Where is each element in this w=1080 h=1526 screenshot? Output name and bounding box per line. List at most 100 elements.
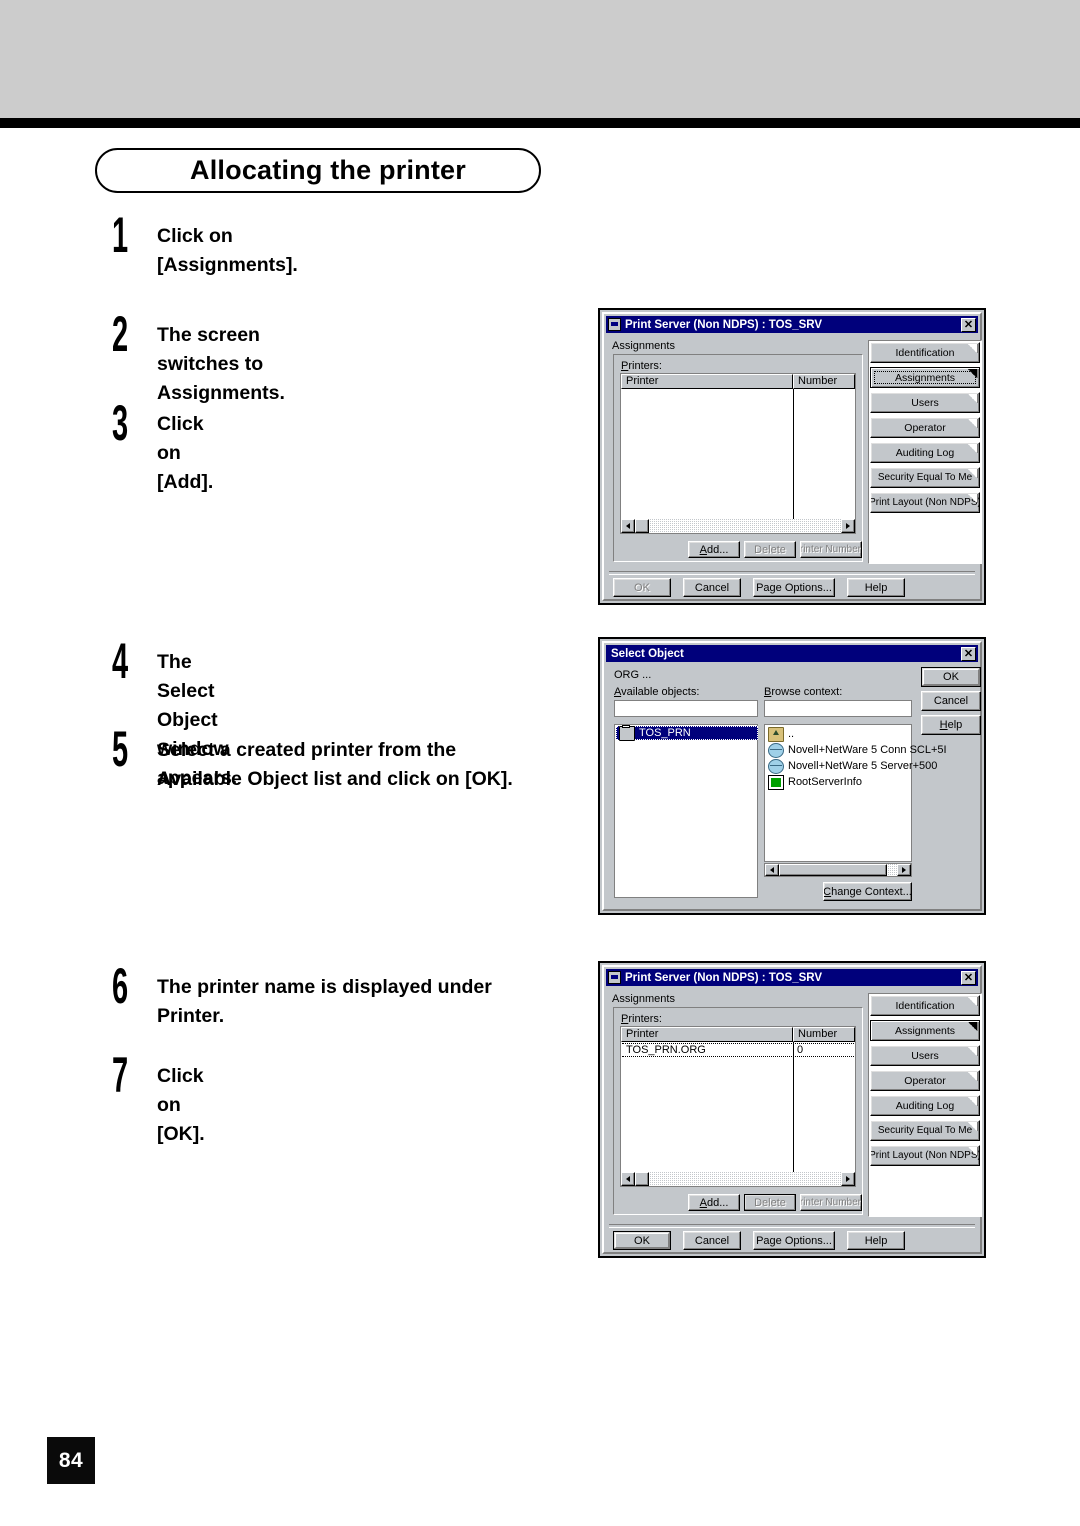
scroll-thumb[interactable] <box>635 519 649 533</box>
list-item-label: Novell+NetWare 5 Server+500 <box>788 760 938 772</box>
titlebar[interactable]: Print Server (Non NDPS) : TOS_SRV ✕ <box>606 316 978 333</box>
scroll-left-icon[interactable] <box>621 519 635 533</box>
add-button-label: Add... <box>699 543 729 556</box>
tab-assignments[interactable]: Assignments <box>870 1020 980 1041</box>
delete-button[interactable]: Delete <box>744 1194 796 1211</box>
cancel-button[interactable]: Cancel <box>683 1231 741 1250</box>
scroll-right-icon[interactable] <box>897 864 911 876</box>
step-2-number: 2 <box>112 306 129 362</box>
cancel-button-label: Cancel <box>694 1234 730 1247</box>
step-1-number: 1 <box>112 207 129 263</box>
list-item-up-directory[interactable]: .. <box>768 726 794 742</box>
list-item-server-500[interactable]: Novell+NetWare 5 Server+500 <box>768 758 938 774</box>
scroll-left-icon[interactable] <box>765 864 779 876</box>
select-object-dialog[interactable]: Select Object ✕ ORG ... Available object… <box>598 637 986 915</box>
tab-auditing-log-label: Auditing Log <box>895 446 955 459</box>
step-1-text: Click on [Assignments]. <box>157 225 298 276</box>
tab-auditing-log[interactable]: Auditing Log <box>870 442 980 463</box>
column-header-number[interactable]: Number <box>793 1027 855 1042</box>
scroll-right-icon[interactable] <box>841 519 855 533</box>
printer-number-button[interactable]: Printer Number... <box>800 1194 862 1211</box>
change-context-button[interactable]: Change Context... <box>823 882 912 901</box>
scroll-track[interactable] <box>635 519 841 533</box>
column-header-printer[interactable]: Printer <box>621 374 793 389</box>
footer-separator <box>609 1224 975 1228</box>
printers-label-rest: rinters: <box>628 1013 662 1025</box>
tab-print-layout-label: Print Layout (Non NDPS) <box>870 1150 980 1161</box>
tab-auditing-log[interactable]: Auditing Log <box>870 1095 980 1116</box>
titlebar[interactable]: Print Server (Non NDPS) : TOS_SRV ✕ <box>606 969 978 986</box>
tab-security-equal-to-me[interactable]: Security Equal To Me <box>870 467 980 488</box>
tab-assignments[interactable]: Assignments <box>870 367 980 388</box>
step-5-line-1: Select a created printer from the <box>157 739 457 761</box>
ok-button[interactable]: OK <box>613 1231 671 1250</box>
tab-identification[interactable]: Identification <box>870 995 980 1016</box>
table-row[interactable]: TOS_PRN.ORG 0 <box>622 1043 854 1057</box>
printers-hscrollbar[interactable] <box>621 1172 855 1186</box>
delete-button[interactable]: Delete <box>744 541 796 558</box>
printers-list[interactable]: Printer Number TOS_PRN.ORG 0 <box>620 1026 856 1187</box>
column-header-number[interactable]: Number <box>793 374 855 389</box>
cancel-button[interactable]: Cancel <box>683 578 741 597</box>
select-object-cancel-button[interactable]: Cancel <box>921 691 981 711</box>
add-button[interactable]: Add... <box>688 1194 740 1211</box>
help-button[interactable]: Help <box>847 578 905 597</box>
scroll-track[interactable] <box>779 864 897 876</box>
browse-context-filter-input[interactable] <box>764 700 912 717</box>
printers-list[interactable]: Printer Number <box>620 373 856 534</box>
select-object-help-button[interactable]: Help <box>921 715 981 735</box>
list-item-label: Novell+NetWare 5 Conn SCL+5I <box>788 744 947 756</box>
close-icon[interactable]: ✕ <box>961 970 976 985</box>
globe-icon <box>768 758 784 774</box>
select-object-ok-button[interactable]: OK <box>921 667 981 687</box>
assignments-group-label: Assignments <box>612 993 675 1005</box>
tab-print-layout[interactable]: Print Layout (Non NDPS) <box>870 1145 980 1166</box>
up-directory-icon <box>768 726 784 742</box>
tab-operator[interactable]: Operator <box>870 417 980 438</box>
browse-context-list[interactable]: .. Novell+NetWare 5 Conn SCL+5I Novell+N… <box>764 724 947 862</box>
scroll-right-icon[interactable] <box>841 1172 855 1186</box>
list-item-tos-prn[interactable]: TOS_PRN <box>616 724 758 741</box>
help-button[interactable]: Help <box>847 1231 905 1250</box>
step-6-line-1: The printer name is displayed under <box>157 976 492 998</box>
printer-number-button[interactable]: Printer Number... <box>800 541 862 558</box>
select-object-titlebar[interactable]: Select Object ✕ <box>606 645 978 662</box>
page-options-button[interactable]: Page Options... <box>753 578 835 597</box>
step-3-number: 3 <box>112 395 129 451</box>
add-button[interactable]: Add... <box>688 541 740 558</box>
print-server-dialog-empty[interactable]: Print Server (Non NDPS) : TOS_SRV ✕ Assi… <box>598 308 986 605</box>
list-item-conn-scl[interactable]: Novell+NetWare 5 Conn SCL+5I <box>768 742 947 758</box>
available-objects-filter-input[interactable] <box>614 700 758 717</box>
close-icon[interactable]: ✕ <box>961 646 976 661</box>
step-6-text: The printer name is displayed under Prin… <box>157 973 556 1031</box>
close-glyph: ✕ <box>963 971 974 984</box>
ok-button-label: OK <box>634 1234 650 1247</box>
tab-security-equal-to-me[interactable]: Security Equal To Me <box>870 1120 980 1141</box>
browse-context-label-rest: rowse context: <box>771 686 843 698</box>
table-cell-number: 0 <box>797 1044 804 1056</box>
ok-button[interactable]: OK <box>613 578 671 597</box>
tab-identification[interactable]: Identification <box>870 342 980 363</box>
tab-operator[interactable]: Operator <box>870 1070 980 1091</box>
column-header-printer[interactable]: Printer <box>621 1027 793 1042</box>
scroll-thumb[interactable] <box>779 864 887 876</box>
close-icon[interactable]: ✕ <box>961 317 976 332</box>
browse-context-hscrollbar[interactable] <box>764 863 912 877</box>
tab-print-layout[interactable]: Print Layout (Non NDPS) <box>870 492 980 513</box>
tab-users[interactable]: Users <box>870 1045 980 1066</box>
tab-users[interactable]: Users <box>870 392 980 413</box>
available-objects-list[interactable]: TOS_PRN <box>614 724 758 898</box>
green-square-icon <box>768 774 784 790</box>
page-options-button[interactable]: Page Options... <box>753 1231 835 1250</box>
list-item-root-server-info[interactable]: RootServerInfo <box>768 774 862 790</box>
print-server-dialog-filled[interactable]: Print Server (Non NDPS) : TOS_SRV ✕ Assi… <box>598 961 986 1258</box>
page-title-text: Allocating the printer <box>190 155 466 185</box>
scroll-track[interactable] <box>635 1172 841 1186</box>
globe-icon <box>768 742 784 758</box>
printers-hscrollbar[interactable] <box>621 519 855 533</box>
step-5-line-2: Available Object list and click on [OK]. <box>157 768 513 790</box>
list-item-label: TOS_PRN <box>639 727 691 739</box>
scroll-left-icon[interactable] <box>621 1172 635 1186</box>
scroll-thumb[interactable] <box>635 1172 649 1186</box>
tab-identification-label: Identification <box>895 999 955 1012</box>
